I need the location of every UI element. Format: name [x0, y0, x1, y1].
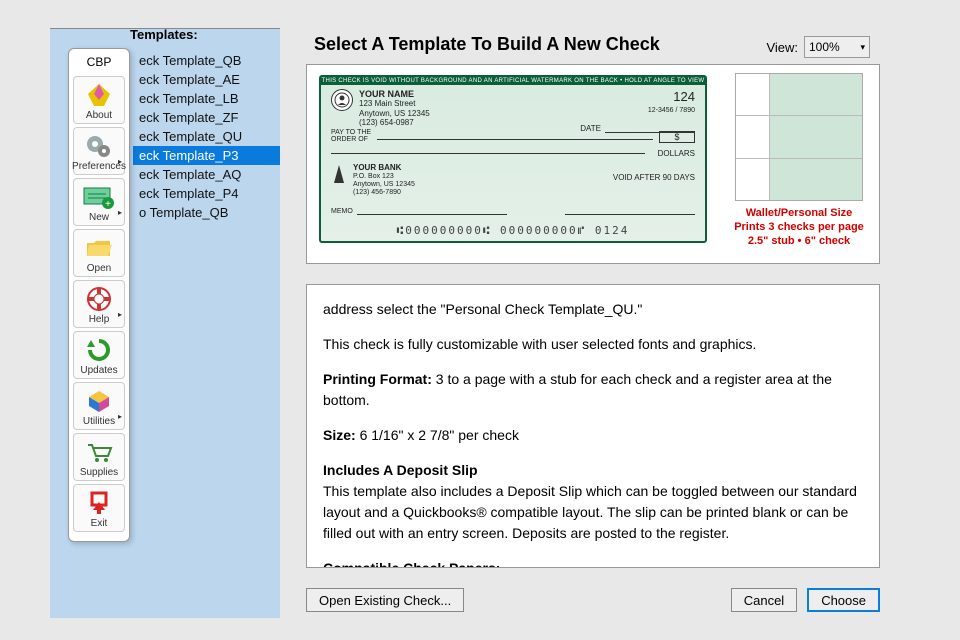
template-list: eck Template_QBeck Template_AEeck Templa… — [133, 51, 280, 222]
check-preview-panel: THIS CHECK IS VOID WITHOUT BACKGROUND AN… — [306, 64, 880, 264]
svg-text:+: + — [105, 199, 111, 210]
templates-header: Templates: — [130, 27, 198, 42]
check-payee-line — [377, 139, 653, 140]
supplies-label: Supplies — [80, 467, 118, 478]
check-void-after: VOID AFTER 90 DAYS — [613, 173, 695, 182]
open-button[interactable]: Open — [73, 229, 125, 277]
cube-icon — [82, 387, 116, 415]
submenu-arrow-icon: ▸ — [118, 310, 122, 319]
submenu-arrow-icon: ▸ — [118, 208, 122, 217]
refresh-icon — [82, 336, 116, 364]
template-description[interactable]: address select the "Personal Check Templ… — [306, 284, 880, 568]
choose-button[interactable]: Choose — [807, 588, 880, 612]
about-button[interactable]: About — [73, 76, 125, 124]
dialog-button-row: Open Existing Check... Cancel Choose — [306, 588, 880, 612]
updates-button[interactable]: Updates — [73, 331, 125, 379]
open-label: Open — [87, 263, 111, 274]
template-item[interactable]: eck Template_ZF — [133, 108, 280, 127]
about-icon — [82, 81, 116, 109]
view-zoom-select[interactable]: 100% ▾ — [804, 36, 870, 58]
template-item[interactable]: eck Template_AE — [133, 70, 280, 89]
template-item[interactable]: eck Template_P4 — [133, 184, 280, 203]
preview-caption: Wallet/Personal Size Prints 3 checks per… — [734, 207, 864, 248]
check-signature-line — [565, 214, 695, 215]
submenu-arrow-icon: ▸ — [118, 157, 122, 166]
lifebuoy-icon — [82, 285, 116, 313]
view-label: View: — [766, 40, 798, 55]
template-item[interactable]: o Template_QB — [133, 203, 280, 222]
chevron-down-icon: ▾ — [860, 42, 865, 53]
check-dollars-label: DOLLARS — [658, 149, 695, 158]
submenu-arrow-icon: ▸ — [118, 412, 122, 421]
check-pay-to-label: PAY TO THEORDER OF — [331, 129, 371, 143]
updates-label: Updates — [80, 365, 117, 376]
folder-open-icon — [82, 234, 116, 262]
toolbar-title: CBP — [69, 53, 129, 73]
check-number: 124 — [673, 89, 695, 104]
desc-line: Size: 6 1/16" x 2 7/8" per check — [323, 425, 863, 446]
template-item[interactable]: eck Template_P3 — [133, 146, 280, 165]
desc-line: Includes A Deposit SlipThis template als… — [323, 460, 863, 544]
template-item[interactable]: eck Template_QB — [133, 51, 280, 70]
exit-label: Exit — [91, 518, 108, 529]
desc-line: address select the "Personal Check Templ… — [323, 299, 863, 320]
help-button[interactable]: ▸ Help — [73, 280, 125, 328]
check-amount-box: $ — [659, 131, 695, 143]
about-label: About — [86, 110, 112, 121]
check-micr-line: ⑆000000000⑆ 000000000⑈ 0124 — [321, 224, 705, 237]
preferences-button[interactable]: ▸ Preferences — [73, 127, 125, 175]
new-check-icon: + — [82, 183, 116, 211]
exit-button[interactable]: Exit — [73, 484, 125, 532]
cancel-button[interactable]: Cancel — [731, 588, 797, 612]
view-zoom-value: 100% — [809, 40, 840, 54]
check-amount-words-line — [331, 153, 645, 154]
utilities-button[interactable]: ▸ Utilities — [73, 382, 125, 430]
check-void-bar: THIS CHECK IS VOID WITHOUT BACKGROUND AN… — [321, 77, 705, 85]
desc-line: Compatible Check Papers:Any paper that i… — [323, 558, 863, 568]
desc-line: Printing Format: 3 to a page with a stub… — [323, 369, 863, 411]
new-button[interactable]: ▸ + New — [73, 178, 125, 226]
supplies-button[interactable]: Supplies — [73, 433, 125, 481]
cart-icon — [82, 438, 116, 466]
new-label: New — [89, 212, 109, 223]
exit-icon — [82, 489, 116, 517]
view-control: View: 100% ▾ — [766, 36, 870, 58]
gear-icon — [82, 132, 116, 160]
template-item[interactable]: eck Template_AQ — [133, 165, 280, 184]
template-item[interactable]: eck Template_LB — [133, 89, 280, 108]
desc-line: This check is fully customizable with us… — [323, 334, 863, 355]
open-existing-button[interactable]: Open Existing Check... — [306, 588, 464, 612]
check-bank-icon — [331, 163, 347, 185]
utilities-label: Utilities — [83, 416, 115, 427]
page-title: Select A Template To Build A New Check — [314, 34, 660, 55]
check-memo-field: MEMO — [331, 208, 507, 215]
template-item[interactable]: eck Template_QU — [133, 127, 280, 146]
check-preview-image: THIS CHECK IS VOID WITHOUT BACKGROUND AN… — [307, 65, 719, 263]
check-account-name: YOUR NAME 123 Main Street Anytown, US 12… — [359, 89, 430, 127]
check-bank-block: YOUR BANK P.O. Box 123 Anytown, US 12345… — [331, 163, 415, 197]
help-label: Help — [89, 314, 110, 325]
sidebar-toolbar: CBP About ▸ Preferences ▸ + New Open ▸ H… — [68, 48, 130, 542]
check-routing-small: 12-3456 / 7890 — [648, 107, 695, 114]
layout-thumbnail — [735, 73, 863, 201]
check-logo-icon — [331, 89, 353, 111]
